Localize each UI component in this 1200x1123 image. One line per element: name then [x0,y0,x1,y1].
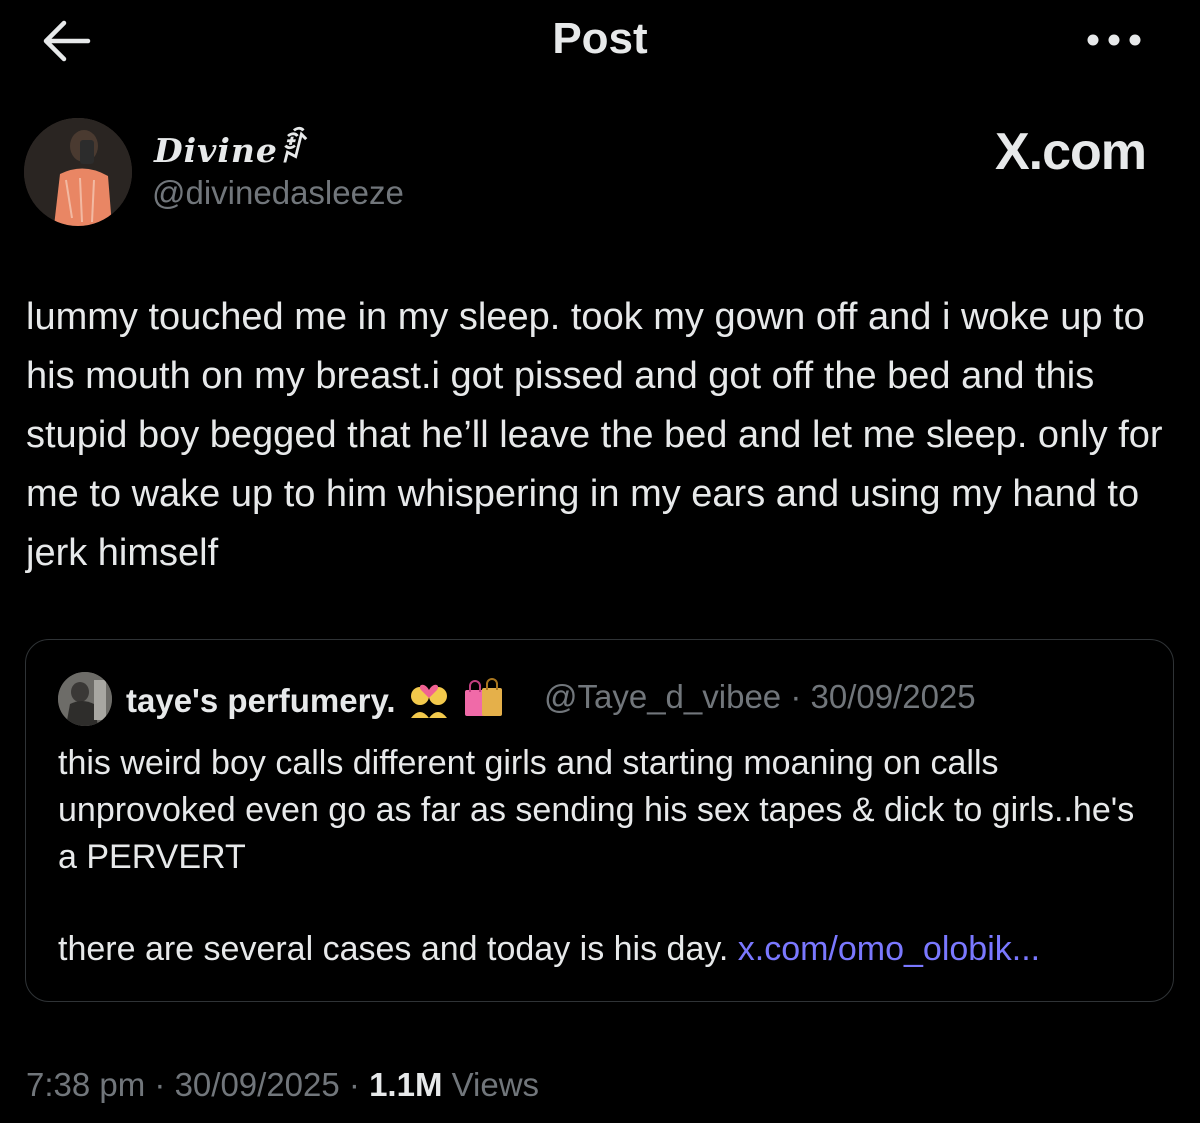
page-title: Post [552,14,648,63]
views-count[interactable]: 1.1M [369,1066,442,1103]
brand-logo: X.com [994,123,1147,181]
quote-avatar[interactable] [58,672,112,726]
display-name[interactable]: Divineꆋ [154,128,305,171]
quote-link[interactable]: x.com/omo_olobik... [738,930,1040,968]
shopping-bags-icon [462,678,506,726]
post-text: lummy touched me in my sleep. took my go… [26,296,1163,574]
post-date[interactable]: 30/09/2025 [175,1066,340,1103]
post-metadata: 7:38 pm · 30/09/2025 · 1.1M Views [26,1066,540,1103]
quoted-post-card[interactable]: taye's perfumery. @Taye_d_vibee · 30/09/… [25,639,1174,1002]
quote-text-2: there are several cases and today is his… [58,930,729,968]
name-symbol: ꆋ [277,131,305,170]
quote-text-line: there are several cases and today is his… [58,926,1158,973]
avatar[interactable] [24,118,132,226]
post-screen: Post Divineꆋ @divinedasleeze X.com lummy… [0,0,1200,1123]
quote-meta: @Taye_d_vibee · 30/09/2025 [544,678,976,715]
post-time[interactable]: 7:38 pm [26,1066,145,1103]
quote-display-name[interactable]: taye's perfumery. [126,678,506,726]
views-label: Views [442,1066,540,1103]
couple-with-heart-icon [407,680,451,726]
top-bar: Post [0,0,1200,84]
username[interactable]: @divinedasleeze [152,174,404,212]
more-horizontal-icon[interactable] [1084,22,1144,58]
quote-text: this weird boy calls different girls and… [58,744,1135,876]
